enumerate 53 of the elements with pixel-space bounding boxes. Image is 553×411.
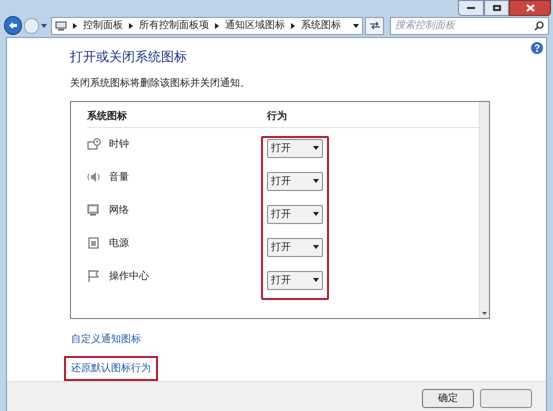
dropdown-caret-icon (313, 146, 319, 150)
refresh-icon (368, 21, 381, 30)
breadcrumb-item[interactable]: 系统图标 (301, 18, 342, 33)
clock-icon (87, 138, 101, 150)
breadcrumb-item[interactable]: 控制面板 (83, 18, 124, 33)
behavior-dropdown[interactable]: 打开 (267, 172, 323, 190)
behavior-dropdown[interactable]: 打开 (267, 238, 323, 256)
ok-button[interactable]: 确定 (422, 388, 474, 408)
battery-icon (87, 237, 101, 249)
chevron-icon[interactable] (129, 22, 134, 28)
behavior-dropdown[interactable]: 打开 (267, 138, 323, 158)
address-bar[interactable]: 控制面板 所有控制面板项 通知区域图标 系统图标 (51, 16, 364, 34)
breadcrumb-item[interactable]: 通知区域图标 (225, 18, 286, 33)
back-arrow-icon (8, 21, 18, 30)
back-button[interactable] (4, 16, 22, 35)
chevron-icon[interactable] (215, 22, 220, 28)
icon-name: 时钟 (109, 138, 129, 152)
network-icon (87, 204, 101, 216)
description-text: 关闭系统图标将删除该图标并关闭通知。 (70, 76, 251, 90)
page-heading: 打开或关闭系统图标 (70, 49, 188, 67)
column-header: 系统图标 (87, 110, 128, 124)
behavior-dropdown[interactable]: 打开 (267, 270, 323, 290)
chevron-icon[interactable] (73, 22, 78, 28)
scroll-down-icon (482, 312, 487, 314)
scrollbar[interactable] (479, 102, 489, 318)
speaker-icon (87, 171, 101, 183)
chevron-icon[interactable] (291, 22, 296, 28)
icon-name: 电源 (109, 236, 129, 250)
refresh-button[interactable] (365, 16, 384, 34)
search-placeholder: 搜索控制面板 (395, 18, 456, 33)
computer-icon (55, 20, 68, 30)
close-button[interactable] (509, 0, 551, 16)
icon-name: 音量 (109, 170, 129, 184)
icon-name: 网络 (109, 204, 129, 218)
dropdown-caret-icon (313, 179, 319, 183)
dropdown-caret-icon (313, 245, 319, 249)
dropdown-caret-icon (313, 212, 319, 216)
dropdown-caret-icon[interactable] (41, 24, 48, 28)
dropdown-caret-icon[interactable] (353, 24, 360, 28)
help-icon[interactable] (531, 42, 543, 54)
minimize-button[interactable] (458, 0, 484, 16)
dialog-button[interactable] (480, 388, 532, 408)
maximize-button[interactable] (484, 0, 509, 16)
behavior-dropdown[interactable]: 打开 (267, 204, 323, 224)
icon-name: 操作中心 (109, 270, 149, 284)
flag-icon (87, 270, 101, 282)
link[interactable]: 自定义通知图标 (64, 326, 148, 352)
dropdown-caret-icon (313, 278, 319, 282)
breadcrumb-item[interactable]: 所有控制面板项 (139, 18, 210, 33)
search-icon (534, 20, 544, 30)
column-header: 行为 (267, 110, 287, 124)
link[interactable]: 还原默认图标行为 (64, 356, 158, 380)
close-icon (526, 4, 534, 12)
